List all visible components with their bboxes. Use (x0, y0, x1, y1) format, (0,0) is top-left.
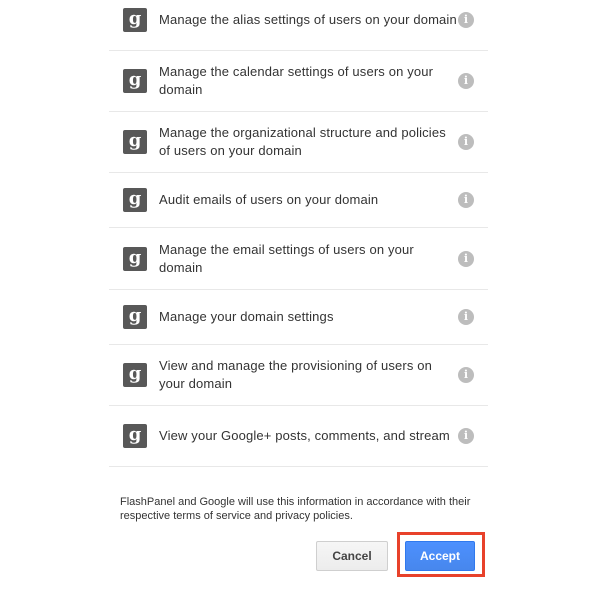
accept-button[interactable]: Accept (405, 541, 475, 571)
permission-text: View your Google+ posts, comments, and s… (159, 428, 450, 443)
permission-row: g Manage the email settings of users on … (109, 228, 488, 290)
info-icon[interactable]: i (458, 73, 474, 89)
google-g-icon: g (123, 246, 147, 271)
permission-text: View and manage the provisioning of user… (159, 358, 433, 391)
permission-row: g Manage the alias settings of users on … (109, 0, 488, 51)
google-g-icon: g (123, 7, 147, 32)
permission-row: g Manage your domain settings i (109, 290, 488, 345)
permission-text: Audit emails of users on your domain (159, 192, 379, 207)
permission-row: g Manage the organizational structure an… (109, 112, 488, 173)
info-icon[interactable]: i (458, 367, 474, 383)
permission-text: Manage your domain settings (159, 309, 334, 324)
oauth-consent-page: g Manage the alias settings of users on … (0, 0, 598, 599)
permission-text: Manage the email settings of users on yo… (159, 241, 414, 275)
terms-notice: FlashPanel and Google will use this info… (120, 496, 471, 522)
google-g-icon: g (123, 188, 147, 212)
info-icon[interactable]: i (458, 250, 474, 267)
permission-row: g View your Google+ posts, comments, and… (109, 406, 488, 467)
google-g-icon: g (123, 363, 147, 387)
google-g-icon: g (123, 424, 147, 448)
permission-text: Manage the alias settings of users on yo… (159, 11, 457, 27)
google-g-icon: g (123, 305, 147, 329)
permission-text: Manage the organizational structure and … (159, 125, 446, 158)
permission-row: g Audit emails of users on your domain i (109, 173, 488, 228)
permission-row: g View and manage the provisioning of us… (109, 345, 488, 406)
info-icon[interactable]: i (458, 309, 474, 325)
info-icon[interactable]: i (458, 11, 474, 28)
permission-row: g Manage the calendar settings of users … (109, 51, 488, 112)
info-icon[interactable]: i (458, 134, 474, 150)
info-icon[interactable]: i (458, 192, 474, 208)
cancel-button[interactable]: Cancel (316, 541, 388, 571)
info-icon[interactable]: i (458, 428, 474, 444)
google-g-icon: g (123, 130, 147, 154)
google-g-icon: g (123, 69, 147, 93)
permission-text: Manage the calendar settings of users on… (159, 64, 434, 97)
permission-list: g Manage the alias settings of users on … (109, 0, 488, 467)
